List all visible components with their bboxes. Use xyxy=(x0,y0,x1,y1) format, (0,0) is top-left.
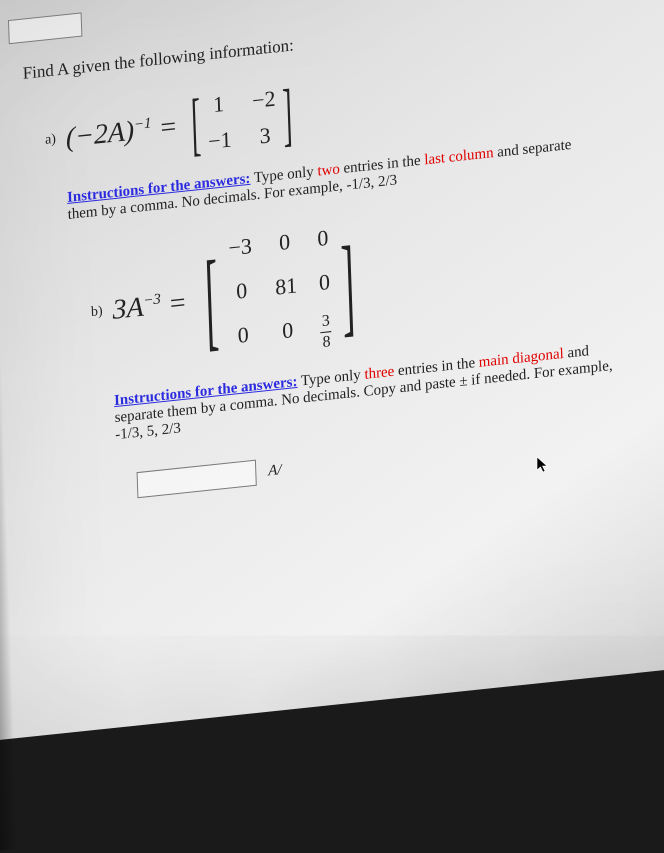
part-b-answer-input[interactable] xyxy=(137,460,257,499)
right-bracket-icon: ] xyxy=(341,246,356,324)
matrix-cell-fraction: 38 xyxy=(320,313,332,351)
part-b-label: b) xyxy=(91,303,103,320)
left-bracket-icon: [ xyxy=(190,97,201,154)
matrix-cell: −2 xyxy=(252,86,276,114)
matrix-cell: 0 xyxy=(276,316,299,355)
matrix-cell: 81 xyxy=(275,272,298,300)
matrix-cell: 3 xyxy=(253,122,277,150)
document-page: Find A given the following information: … xyxy=(0,0,664,741)
matrix-cell: 0 xyxy=(317,225,329,252)
matrix-cell: 0 xyxy=(230,277,254,305)
matrix-cell: 0 xyxy=(273,228,296,256)
matrix-cell: 1 xyxy=(207,90,231,118)
instr-count: three xyxy=(364,364,394,383)
instr-count: two xyxy=(317,161,340,179)
matrix-cell: −1 xyxy=(208,126,232,154)
matrix-cell: 0 xyxy=(231,321,256,361)
part-b-matrix: −3 0 0 0 81 0 0 0 38 xyxy=(228,225,332,361)
part-a-matrix: 1 −2 −1 3 xyxy=(207,86,278,155)
matrix-cell: 0 xyxy=(319,269,331,296)
matrix-cell: −3 xyxy=(228,233,252,261)
part-a-lhs: (−2A)−1 = xyxy=(65,110,185,155)
answer-format-icon[interactable]: A/ xyxy=(268,462,282,480)
top-answer-input[interactable] xyxy=(8,12,82,44)
part-a-label: a) xyxy=(45,132,56,149)
instr-target: last column xyxy=(424,145,494,168)
part-b-lhs: 3A−3 = xyxy=(112,286,194,327)
left-bracket-icon: [ xyxy=(204,261,219,339)
right-bracket-icon: ] xyxy=(282,87,293,144)
